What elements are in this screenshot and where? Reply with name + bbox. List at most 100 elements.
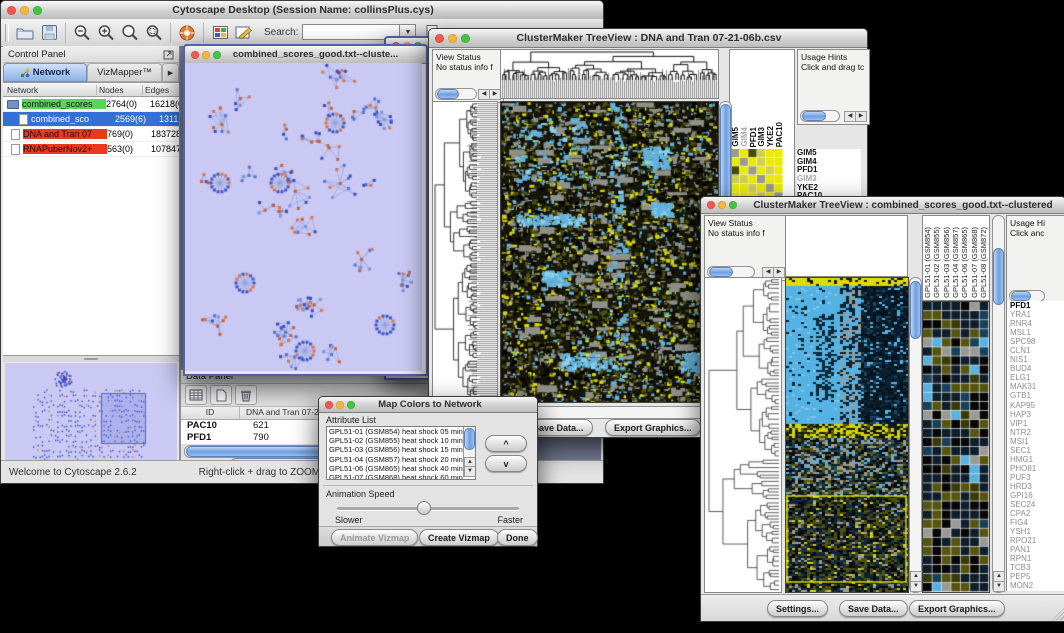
gene-label[interactable]: NTR2 xyxy=(1010,428,1064,437)
attribute-list-item[interactable]: GPL51-06 (GSM865) heat shock 40 min xyxy=(327,464,464,473)
float-panel-icon[interactable] xyxy=(163,49,175,60)
gene-column-label[interactable]: GIM5 xyxy=(731,127,740,147)
close-icon[interactable] xyxy=(191,51,199,59)
zoom-window-icon[interactable] xyxy=(729,201,737,209)
scroll-down-icon[interactable]: ▼ xyxy=(993,581,1005,592)
tv1-zoom-heatmap[interactable] xyxy=(731,149,783,201)
tv1-column-dendrogram[interactable] xyxy=(500,49,719,99)
zoom-window-icon[interactable] xyxy=(213,51,221,59)
gene-column-label[interactable]: GIM3 xyxy=(757,127,766,147)
attribute-listbox[interactable]: GPL51-01 (GSM854) heat shock 05 minGPL51… xyxy=(326,426,476,480)
gene-label[interactable]: KAP95 xyxy=(1010,401,1064,410)
gene-label[interactable]: RPN1 xyxy=(1010,554,1064,563)
tv2-row-dendrogram[interactable] xyxy=(704,277,782,593)
scroll-down-icon[interactable]: ▼ xyxy=(910,581,922,592)
attribute-list-item[interactable]: GPL51-03 (GSM856) heat shock 15 min xyxy=(327,445,464,454)
minimize-icon[interactable] xyxy=(448,34,457,43)
window-controls[interactable] xyxy=(7,6,42,15)
open-file-button[interactable] xyxy=(13,22,37,44)
gene-label[interactable]: HRD3 xyxy=(1010,482,1064,491)
save-button[interactable] xyxy=(37,22,61,44)
zoom-window-icon[interactable] xyxy=(33,6,42,15)
move-up-button[interactable]: ^ xyxy=(485,435,527,452)
gene-label[interactable]: GTB1 xyxy=(1010,391,1064,400)
gene-label[interactable]: PAN1 xyxy=(1010,545,1064,554)
network-overview-canvas[interactable] xyxy=(5,363,177,470)
done-button[interactable]: Done xyxy=(497,529,538,546)
gene-label[interactable]: PEP5 xyxy=(1010,572,1064,581)
gene-label[interactable]: PHO81 xyxy=(1010,464,1064,473)
close-icon[interactable] xyxy=(325,401,333,409)
gene-column-label[interactable]: GIM4 xyxy=(740,127,749,147)
help-button[interactable] xyxy=(175,22,199,44)
network-list-row[interactable]: DNA and Tran 07 769(0) 183728(0) xyxy=(3,127,179,142)
gene-label[interactable]: NIS1 xyxy=(1010,355,1064,364)
array-column-label[interactable]: GPL51-01 (GSM854) xyxy=(923,227,932,298)
network-titlebar[interactable]: combined_scores_good.txt--cluste... xyxy=(185,46,426,64)
create-vizmap-button[interactable]: Create Vizmap xyxy=(419,529,499,546)
network-list-row[interactable]: RNAPuberNov2+ 563(0) 107847(0) xyxy=(3,142,179,157)
tv2-global-heatmap[interactable] xyxy=(785,277,909,593)
attribute-select-button[interactable] xyxy=(185,385,207,405)
gene-label[interactable]: MSI1 xyxy=(1010,437,1064,446)
gene-label[interactable]: YSH1 xyxy=(1010,527,1064,536)
gene-label[interactable]: MSL1 xyxy=(1010,328,1064,337)
attribute-list-scrollbar[interactable]: ▲ ▼ xyxy=(463,427,475,477)
gene-label[interactable]: PUF3 xyxy=(1010,473,1064,482)
panel-splitter[interactable] xyxy=(3,356,179,362)
gene-label[interactable]: ELG1 xyxy=(1010,373,1064,382)
array-column-label[interactable]: GPL51-02 (GSM855) xyxy=(932,227,941,298)
dialog-titlebar[interactable]: Map Colors to Network xyxy=(319,397,537,413)
tv1-status-scrollbar[interactable] xyxy=(435,88,477,100)
delete-attribute-button[interactable] xyxy=(235,385,257,405)
annotation-button[interactable] xyxy=(232,22,256,44)
close-icon[interactable] xyxy=(435,34,444,43)
gene-label[interactable]: BUD4 xyxy=(1010,364,1064,373)
gene-label[interactable]: VIP1 xyxy=(1010,419,1064,428)
gene-label[interactable]: HAP3 xyxy=(1010,410,1064,419)
tv1-global-heatmap[interactable] xyxy=(500,101,719,403)
data-col-id[interactable]: ID xyxy=(181,407,240,419)
network-list-empty-area[interactable] xyxy=(3,157,179,356)
tab-network[interactable]: Network xyxy=(3,63,87,82)
tv1-export-graphics-button[interactable]: Export Graphics... xyxy=(605,419,701,436)
gene-label[interactable]: TCB3 xyxy=(1010,563,1064,572)
gene-label[interactable]: SEC1 xyxy=(1010,446,1064,455)
new-attribute-button[interactable] xyxy=(210,385,232,405)
zoom-selected-button[interactable] xyxy=(142,22,166,44)
gene-label[interactable]: SPC98 xyxy=(1010,337,1064,346)
tv1-usage-scrollbar[interactable] xyxy=(800,110,840,122)
array-column-label[interactable]: GPL51-08 (GSM872) xyxy=(979,227,988,298)
gene-column-label[interactable]: YKE2 xyxy=(766,126,775,147)
minimize-icon[interactable] xyxy=(336,401,344,409)
tab-overflow-arrow[interactable]: ▶ xyxy=(162,63,179,82)
gene-label[interactable]: GPI16 xyxy=(1010,491,1064,500)
zoom-window-icon[interactable] xyxy=(461,34,470,43)
minimize-icon[interactable] xyxy=(202,51,210,59)
gene-label[interactable]: RPO21 xyxy=(1010,536,1064,545)
tv2-save-data-button[interactable]: Save Data... xyxy=(839,600,908,617)
attribute-list-item[interactable]: GPL51-04 (GSM857) heat shock 20 min xyxy=(327,455,464,464)
tv2-column-dendrogram-area[interactable] xyxy=(785,215,908,277)
animate-vizmap-button[interactable]: Animate Vizmap xyxy=(331,529,418,546)
zoom-in-button[interactable] xyxy=(94,22,118,44)
gene-label[interactable]: HMG1 xyxy=(1010,455,1064,464)
tab-vizmapper[interactable]: VizMapper™ xyxy=(87,63,162,82)
gene-label[interactable]: SEC24 xyxy=(1010,500,1064,509)
main-titlebar[interactable]: Cytoscape Desktop (Session Name: collins… xyxy=(1,1,603,20)
tv2-export-graphics-button[interactable]: Export Graphics... xyxy=(909,600,1005,617)
array-column-label[interactable]: GPL51-06 (GSM865) xyxy=(960,227,969,298)
network-list-row[interactable]: combined_scores 2764(0) 16218(0) xyxy=(3,97,179,112)
attribute-list-item[interactable]: GPL51-07 (GSM868) heat shock 60 min xyxy=(327,473,464,480)
tv2-global-vscrollbar[interactable]: ▲ ▼ xyxy=(909,277,922,593)
zoom-fit-button[interactable] xyxy=(118,22,142,44)
resize-grip[interactable] xyxy=(1052,608,1064,620)
gene-label[interactable]: RNR4 xyxy=(1010,319,1064,328)
gene-label[interactable]: MAK31 xyxy=(1010,382,1064,391)
gene-label[interactable]: YRA1 xyxy=(1010,310,1064,319)
move-down-button[interactable]: v xyxy=(485,455,527,472)
array-column-label[interactable]: GPL51-03 (GSM856) xyxy=(942,227,951,298)
tv2-zoom-vscrollbar[interactable]: ▲ ▼ xyxy=(992,215,1005,593)
zoom-window-icon[interactable] xyxy=(347,401,355,409)
zoom-out-button[interactable] xyxy=(70,22,94,44)
